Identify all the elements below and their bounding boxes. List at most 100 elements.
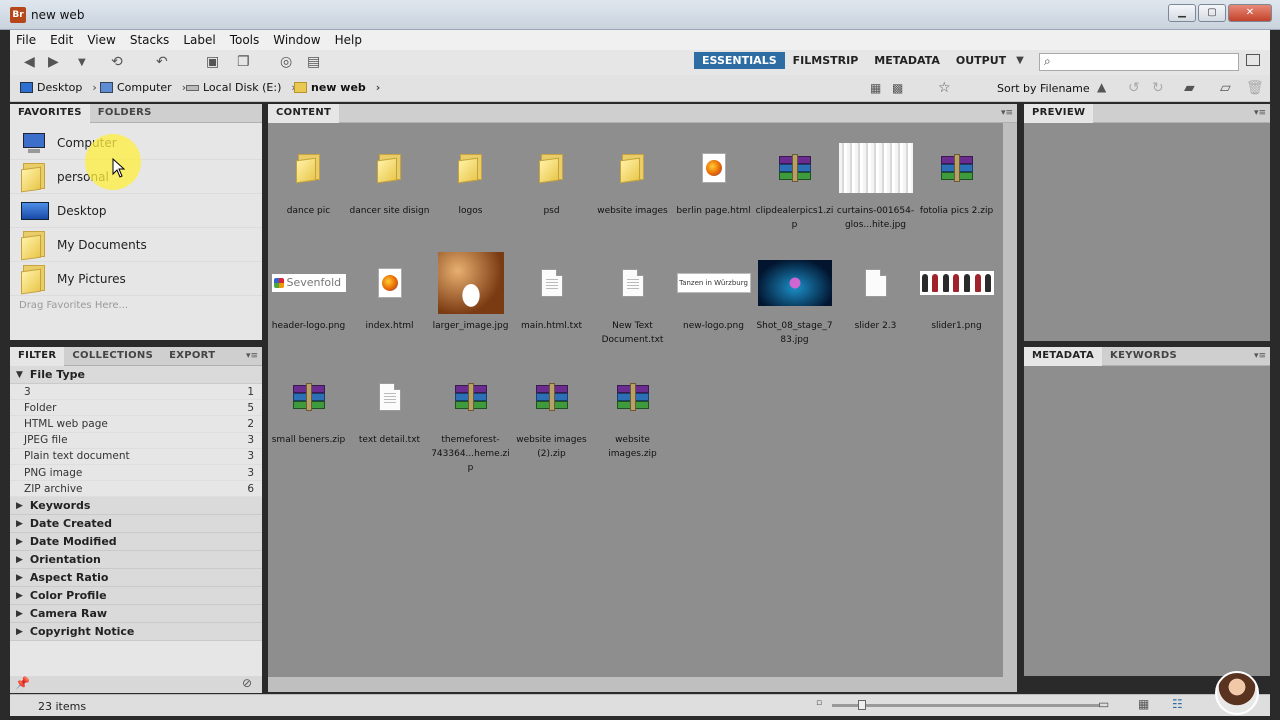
vertical-scrollbar[interactable] [1003, 123, 1017, 692]
quality-icon[interactable]: ▦ [870, 81, 881, 95]
filter-row[interactable]: ZIP archive 6 [10, 481, 262, 498]
refine-icon[interactable]: ◎ [280, 54, 292, 70]
content-item[interactable]: psd [511, 133, 592, 243]
sort-dropdown[interactable]: Sort by Filename [997, 82, 1090, 95]
filter-date-modified-header[interactable]: ▶ Date Modified [10, 533, 262, 552]
open-recent-icon[interactable]: ▰ [1184, 80, 1195, 96]
thumbnail-large-icon[interactable]: ▭ [1098, 697, 1109, 711]
history-dropdown-icon[interactable]: ▼ [78, 57, 86, 68]
content-item[interactable]: clipdealerpics1.zip [754, 133, 835, 243]
filter-orientation-header[interactable]: ▶ Orientation [10, 551, 262, 570]
tab-export[interactable]: EXPORT [161, 347, 223, 366]
tab-content[interactable]: CONTENT [268, 104, 340, 123]
tab-keywords[interactable]: KEYWORDS [1102, 347, 1185, 366]
favorite-my-pictures[interactable]: My Pictures [10, 262, 262, 296]
pin-icon[interactable]: 📌 [15, 676, 30, 690]
content-item[interactable]: logos [430, 133, 511, 243]
breadcrumb-new-web[interactable]: new web › [294, 81, 380, 94]
filter-date-created-header[interactable]: ▶ Date Created [10, 515, 262, 534]
view-grid-icon[interactable]: ▩ [892, 81, 903, 95]
maximize-button[interactable]: ▢ [1198, 4, 1226, 22]
filter-row[interactable]: PNG image 3 [10, 465, 262, 482]
content-item[interactable]: curtains-001654-glos...hite.jpg [835, 133, 916, 243]
content-item[interactable]: New Text Document.txt [592, 248, 673, 358]
filter-row[interactable]: JPEG file 3 [10, 433, 262, 449]
menu-tools[interactable]: Tools [230, 33, 260, 47]
breadcrumb-local-disk[interactable]: Local Disk (E:)› [186, 81, 296, 94]
sort-direction-icon[interactable]: ▲ [1097, 80, 1106, 94]
content-item[interactable]: index.html [349, 248, 430, 358]
tab-filter[interactable]: FILTER [10, 347, 65, 366]
menu-view[interactable]: View [87, 33, 115, 47]
filter-aspect-ratio-header[interactable]: ▶ Aspect Ratio [10, 569, 262, 588]
content-item[interactable]: website images.zip [592, 362, 673, 472]
content-item[interactable]: main.html.txt [511, 248, 592, 358]
workspace-output[interactable]: OUTPUT [948, 52, 1014, 69]
filter-color-profile-header[interactable]: ▶ Color Profile [10, 587, 262, 606]
breadcrumb-desktop[interactable]: Desktop › [20, 81, 97, 94]
tab-favorites[interactable]: FAVORITES [10, 104, 90, 123]
forward-arrow-icon[interactable]: ▶ [48, 54, 59, 70]
workspace-essentials[interactable]: ESSENTIALS [694, 52, 785, 69]
favorite-desktop[interactable]: Desktop [10, 194, 262, 228]
filter-keywords-header[interactable]: ▶ Keywords [10, 497, 262, 516]
horizontal-scrollbar[interactable] [268, 677, 1003, 692]
menu-help[interactable]: Help [335, 33, 362, 47]
filter-camera-raw-header[interactable]: ▶ Camera Raw [10, 605, 262, 624]
menu-window[interactable]: Window [273, 33, 320, 47]
filter-row[interactable]: Folder 5 [10, 400, 262, 417]
content-item[interactable]: text detail.txt [349, 362, 430, 472]
menu-file[interactable]: File [16, 33, 36, 47]
content-item[interactable]: slider 2.3 [835, 248, 916, 358]
content-item[interactable]: dancer site disign [349, 133, 430, 243]
content-item[interactable]: dance pic [268, 133, 349, 243]
panel-menu-icon[interactable]: ▾≡ [246, 351, 258, 361]
details-view-icon[interactable]: ☷ [1172, 697, 1183, 711]
content-item[interactable]: Sevenfold header-logo.png [268, 248, 349, 358]
rotate-right-icon[interactable]: ↻ [1152, 80, 1164, 96]
copy-icon[interactable]: ❐ [237, 54, 250, 70]
panel-menu-icon[interactable]: ▾≡ [1001, 108, 1013, 118]
filter-file-type-header[interactable]: ▼ File Type [10, 366, 262, 384]
camera-icon[interactable]: ▣ [206, 54, 219, 70]
tab-folders[interactable]: FOLDERS [90, 104, 160, 123]
thumbnail-small-icon[interactable]: ▫ [816, 698, 822, 708]
close-button[interactable]: ✕ [1228, 4, 1272, 22]
content-item[interactable]: larger_image.jpg [430, 248, 511, 358]
breadcrumb-computer[interactable]: Computer › [100, 81, 186, 94]
rotate-left-icon[interactable]: ↺ [1128, 80, 1140, 96]
star-filter-icon[interactable]: ☆ [938, 80, 951, 96]
menu-stacks[interactable]: Stacks [130, 33, 169, 47]
slider-knob[interactable] [858, 700, 866, 710]
new-folder-icon[interactable]: ▱ [1220, 80, 1231, 96]
content-item[interactable]: Tanzen in Würzburg new-logo.png [673, 248, 754, 358]
content-item[interactable]: slider1.png [916, 248, 997, 358]
workspace-filmstrip[interactable]: FILMSTRIP [785, 52, 867, 69]
return-icon[interactable]: ↶ [156, 54, 168, 70]
tab-collections[interactable]: COLLECTIONS [64, 347, 161, 366]
tab-metadata[interactable]: METADATA [1024, 347, 1103, 366]
minimize-button[interactable]: ▁ [1168, 4, 1196, 22]
panel-menu-icon[interactable]: ▾≡ [1254, 351, 1266, 361]
reveal-recent-icon[interactable]: ⟲ [111, 54, 123, 70]
clear-filter-icon[interactable]: ⊘ [242, 676, 252, 690]
open-with-icon[interactable]: ▤ [307, 54, 320, 70]
filter-copyright-notice-header[interactable]: ▶ Copyright Notice [10, 623, 262, 642]
content-item[interactable]: berlin page.html [673, 133, 754, 243]
panel-menu-icon[interactable]: ▾≡ [1254, 108, 1266, 118]
menu-label[interactable]: Label [183, 33, 215, 47]
menu-edit[interactable]: Edit [50, 33, 73, 47]
filter-row[interactable]: Plain text document 3 [10, 449, 262, 465]
content-item[interactable]: website images [592, 133, 673, 243]
workspace-dropdown-icon[interactable]: ▼ [1016, 55, 1024, 66]
favorite-my-documents[interactable]: My Documents [10, 228, 262, 262]
content-item[interactable]: fotolia pics 2.zip [916, 133, 997, 243]
content-item[interactable]: themeforest-743364...heme.zip [430, 362, 511, 473]
filter-row[interactable]: 31 [10, 384, 262, 401]
thumbnail-size-slider[interactable] [832, 700, 1100, 710]
compact-mode-icon[interactable] [1246, 54, 1260, 66]
content-item[interactable]: Shot_08_stage_783.jpg [754, 248, 835, 358]
workspace-metadata[interactable]: METADATA [866, 52, 948, 69]
content-item[interactable]: small beners.zip [268, 362, 349, 472]
delete-icon[interactable]: 🗑 [1246, 80, 1264, 96]
